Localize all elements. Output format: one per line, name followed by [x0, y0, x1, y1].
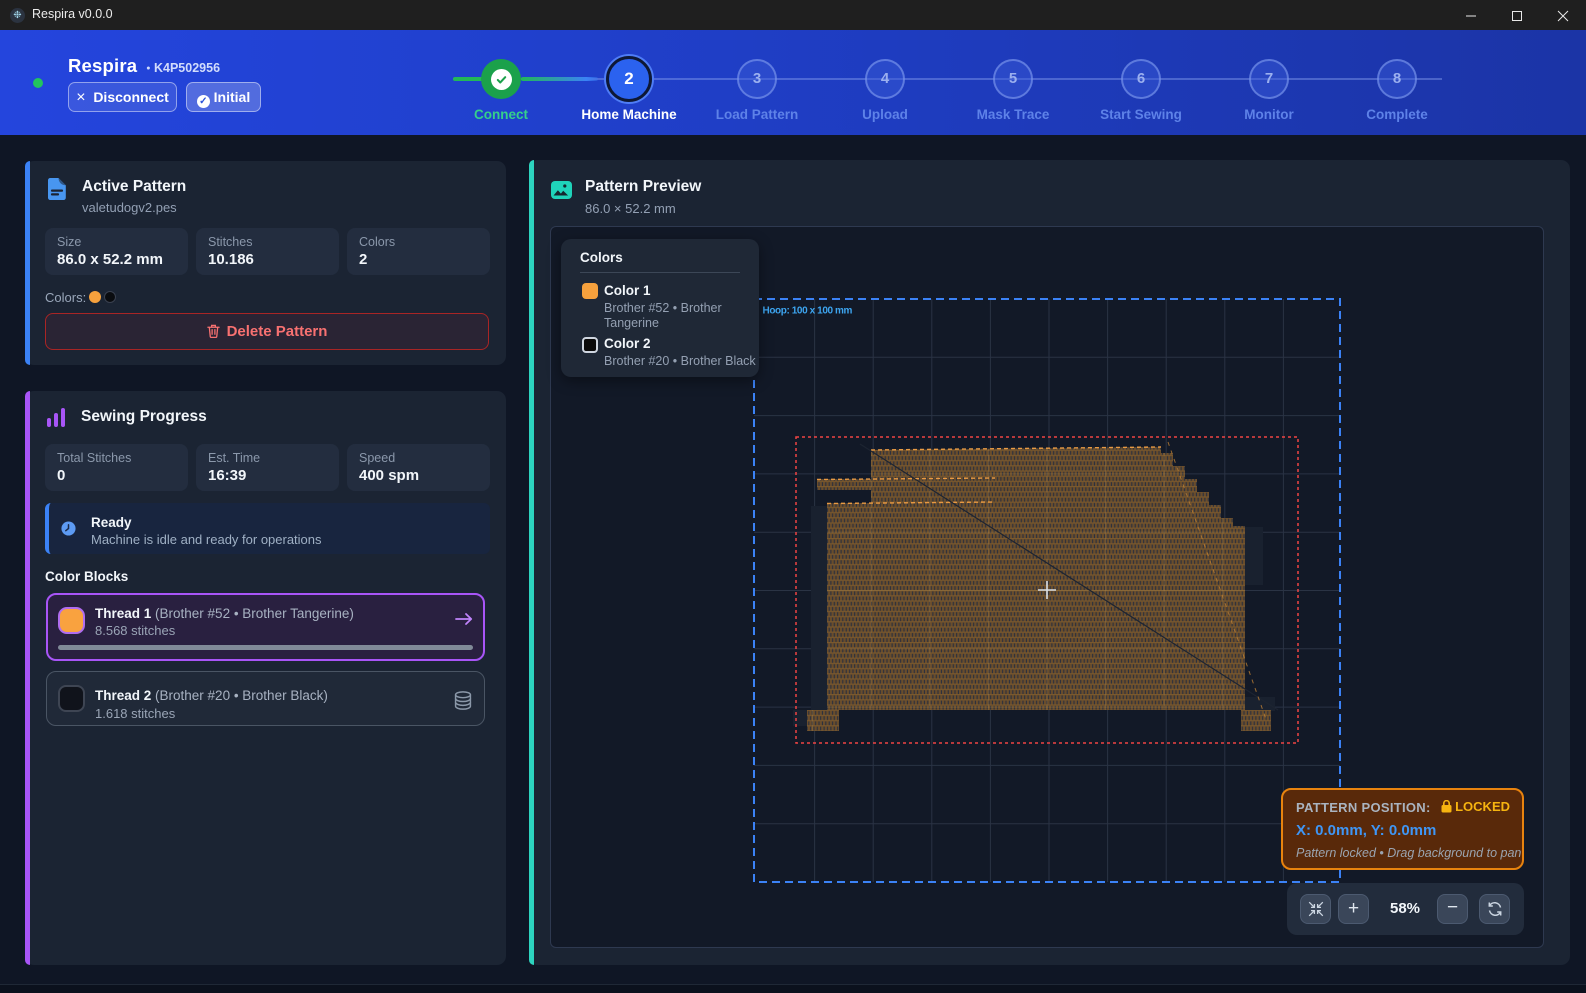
svg-text:Hoop: 100 x 100 mm: Hoop: 100 x 100 mm — [763, 306, 853, 317]
